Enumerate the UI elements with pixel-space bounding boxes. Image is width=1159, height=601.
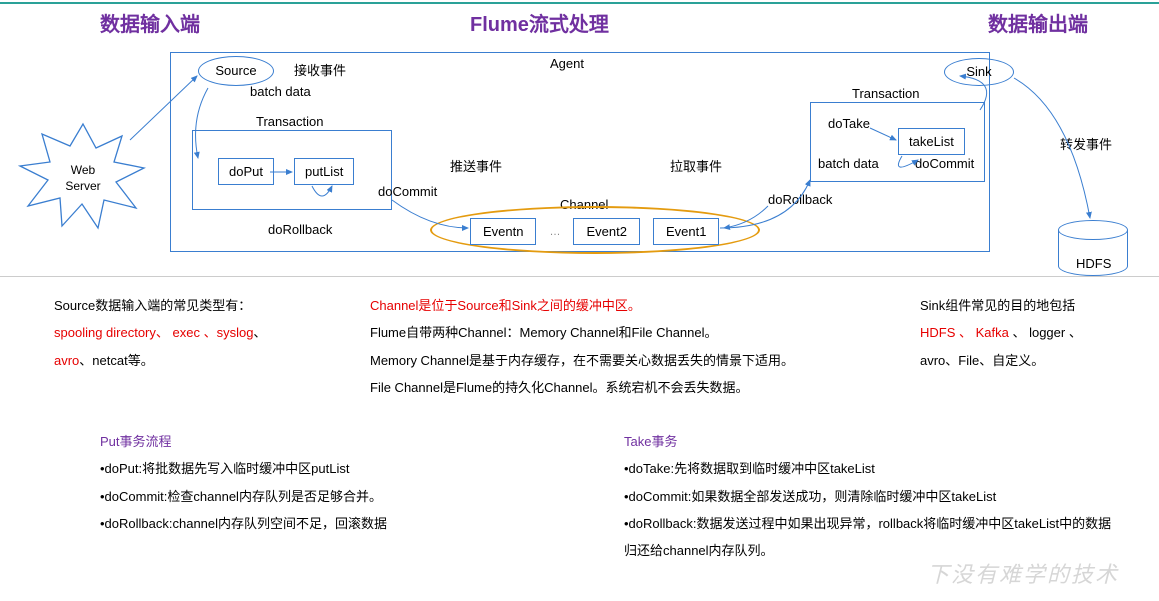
recv-event-label: 接收事件 [294, 60, 346, 79]
take-b1: •doTake:先将数据取到临时缓冲中区takeList [624, 455, 1124, 482]
push-label: 推送事件 [450, 156, 502, 175]
dotake-label: doTake [828, 116, 870, 131]
header-left: 数据输入端 [100, 8, 200, 37]
batch-data-right: batch data [818, 156, 879, 171]
pull-label: 拉取事件 [670, 156, 722, 175]
docommit-right: doCommit [915, 156, 974, 171]
take-title: Take事务 [624, 428, 1124, 455]
ch-l4: File Channel是Flume的持久化Channel。系统宕机不会丢失数据… [370, 374, 890, 401]
sink-desc-column: Sink组件常见的目的地包括 HDFS 、 Kafka 、 logger 、 a… [920, 292, 1140, 374]
doput-box: doPut [218, 158, 274, 185]
header-right: 数据输出端 [988, 8, 1088, 37]
forward-event-label: 转发事件 [1060, 134, 1112, 153]
src-l3-tail: 、netcat等。 [79, 353, 153, 368]
hdfs-label: HDFS [1076, 256, 1111, 271]
sk-l3: avro、File、自定义。 [920, 347, 1140, 374]
put-b1: •doPut:将批数据先写入临时缓冲中区putList [100, 455, 520, 482]
event-2: Event2 [573, 218, 639, 245]
batch-data-label: batch data [250, 84, 311, 99]
sk-l2-tail: 、 logger 、 [1009, 325, 1082, 340]
source-desc-column: Source数据输入端的常见类型有： spooling directory、 e… [54, 292, 354, 374]
trans-left-title: Transaction [256, 114, 323, 129]
dorollback-right: doRollback [768, 192, 832, 207]
src-l1: Source数据输入端的常见类型有： [54, 292, 354, 319]
put-b2: •doCommit:检查channel内存队列是否足够合并。 [100, 483, 520, 510]
put-flow: Put事务流程 •doPut:将批数据先写入临时缓冲中区putList •doC… [100, 428, 520, 537]
putlist-box: putList [294, 158, 354, 185]
ch-l3: Memory Channel是基于内存缓存，在不需要关心数据丢失的情景下适用。 [370, 347, 890, 374]
src-l2-tail: 、 [253, 325, 266, 340]
header-center: Flume流式处理 [470, 8, 609, 37]
event-n: Eventn [470, 218, 536, 245]
src-l2-red: spooling directory、 exec 、syslog [54, 325, 253, 340]
sk-l1: Sink组件常见的目的地包括 [920, 292, 1140, 319]
docommit-left: doCommit [378, 184, 437, 199]
event-1: Event1 [653, 218, 719, 245]
ch-l2: Flume自带两种Channel：Memory Channel和File Cha… [370, 319, 890, 346]
channel-desc-column: Channel是位于Source和Sink之间的缓冲中区。 Flume自带两种C… [370, 292, 890, 401]
takelist-box: takeList [898, 128, 965, 155]
sk-l2-red: HDFS 、 Kafka [920, 325, 1009, 340]
put-title: Put事务流程 [100, 428, 520, 455]
watermark: 下没有难学的技术 [927, 557, 1119, 589]
web-line2: Server [65, 179, 100, 193]
take-flow: Take事务 •doTake:先将数据取到临时缓冲中区takeList •doC… [624, 428, 1124, 564]
dorollback-left: doRollback [268, 222, 332, 237]
top-border [0, 2, 1159, 4]
trans-right-title: Transaction [852, 86, 919, 101]
web-line1: Web [71, 163, 95, 177]
src-l3-red: avro [54, 353, 79, 368]
sink-node: Sink [944, 58, 1014, 86]
event-row: Eventn … Event2 Event1 [470, 218, 719, 245]
source-node: Source [198, 56, 274, 86]
webserver-label: Web Server [38, 152, 128, 206]
ch-l1: Channel是位于Source和Sink之间的缓冲中区。 [370, 292, 890, 319]
take-b2: •doCommit:如果数据全部发送成功，则清除临时缓冲中区takeList [624, 483, 1124, 510]
separator-line [0, 276, 1159, 277]
event-dots: … [549, 226, 560, 238]
put-b3: •doRollback:channel内存队列空间不足，回滚数据 [100, 510, 520, 537]
